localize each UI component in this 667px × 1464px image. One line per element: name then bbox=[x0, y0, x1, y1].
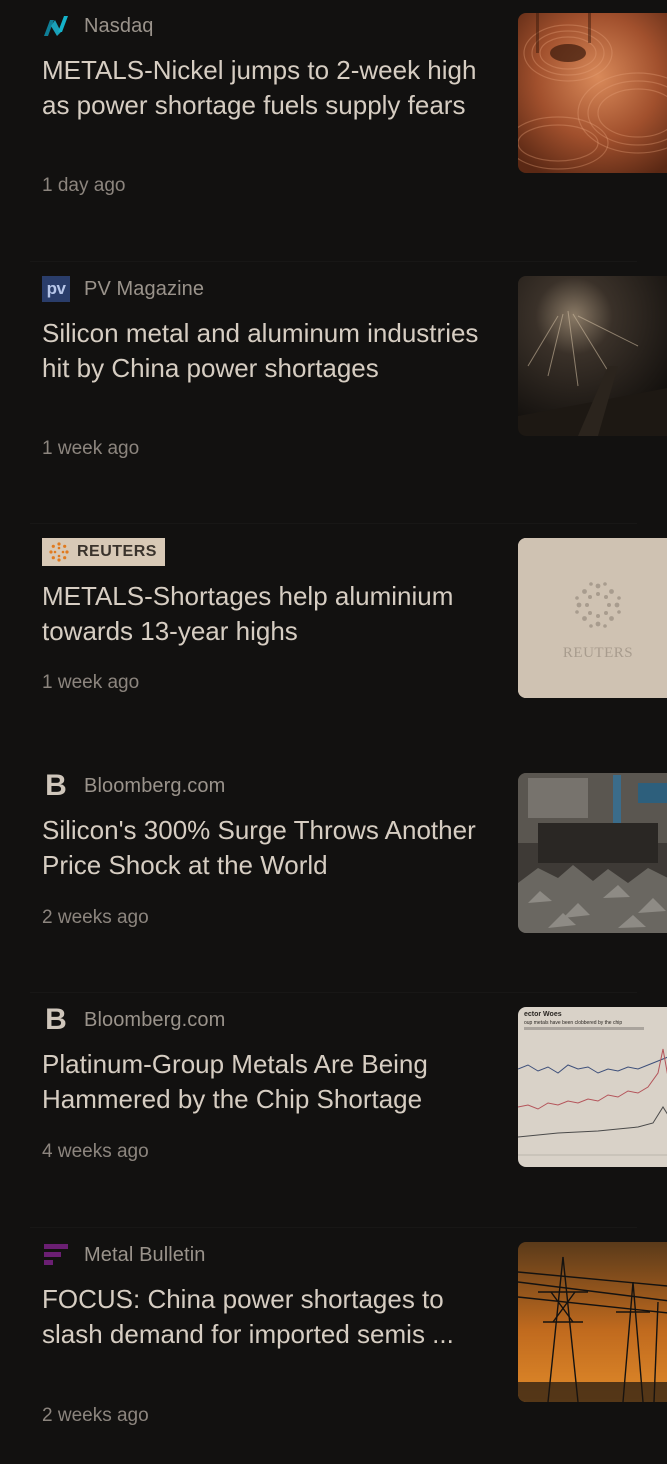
nasdaq-logo-icon bbox=[42, 13, 70, 39]
source-row: Metal Bulletin bbox=[42, 1242, 205, 1268]
source-name: Metal Bulletin bbox=[84, 1243, 206, 1266]
article-headline[interactable]: Platinum-Group Metals Are Being Hammered… bbox=[42, 1047, 492, 1117]
source-name: Bloomberg.com bbox=[84, 1008, 226, 1031]
silicon-factory-image[interactable] bbox=[518, 773, 667, 933]
source-row: B Bloomberg.com bbox=[42, 769, 226, 802]
thumb-chart-title: ector Woes bbox=[524, 1011, 562, 1018]
source-row: pv PV Magazine bbox=[42, 276, 204, 302]
bloomberg-logo-icon: B bbox=[45, 1003, 67, 1036]
copper-coils-image[interactable] bbox=[518, 13, 667, 173]
article-headline[interactable]: FOCUS: China power shortages to slash de… bbox=[42, 1282, 492, 1352]
article-time: 1 day ago bbox=[42, 175, 126, 196]
reuters-source-badge: REUTERS bbox=[42, 538, 165, 566]
article-card[interactable]: B Bloomberg.com Silicon's 300% Surge Thr… bbox=[0, 760, 667, 995]
price-chart-image[interactable]: ector Woes oup metals have been clobbere… bbox=[518, 1007, 667, 1167]
news-feed: Nasdaq METALS-Nickel jumps to 2-week hig… bbox=[0, 0, 667, 1446]
source-name: Nasdaq bbox=[84, 14, 154, 37]
article-headline[interactable]: Silicon's 300% Surge Throws Another Pric… bbox=[42, 813, 492, 883]
article-time: 2 weeks ago bbox=[42, 907, 149, 928]
article-time: 4 weeks ago bbox=[42, 1141, 149, 1162]
article-card[interactable]: Nasdaq METALS-Nickel jumps to 2-week hig… bbox=[0, 0, 667, 235]
bloomberg-logo-icon: B bbox=[45, 769, 67, 802]
article-time: 2 weeks ago bbox=[42, 1405, 149, 1426]
article-headline[interactable]: METALS-Nickel jumps to 2-week high as po… bbox=[42, 53, 492, 123]
reuters-logo-icon bbox=[45, 540, 73, 564]
pv-magazine-logo-icon: pv bbox=[42, 276, 70, 302]
power-lines-image[interactable] bbox=[518, 1242, 667, 1402]
source-row: Nasdaq bbox=[42, 13, 154, 39]
article-time: 1 week ago bbox=[42, 672, 140, 693]
source-name: Bloomberg.com bbox=[84, 774, 226, 797]
source-name: PV Magazine bbox=[84, 277, 205, 300]
mine-interior-image[interactable] bbox=[518, 276, 667, 436]
source-row: B Bloomberg.com bbox=[42, 1003, 226, 1036]
article-card[interactable]: Metal Bulletin FOCUS: China power shorta… bbox=[0, 1227, 667, 1464]
article-card[interactable]: pv PV Magazine Silicon metal and aluminu… bbox=[0, 261, 667, 498]
thumb-label: REUTERS bbox=[563, 645, 633, 661]
article-headline[interactable]: Silicon metal and aluminum industries hi… bbox=[42, 316, 492, 386]
thumb-chart-subtitle: oup metals have been clobbered by the ch… bbox=[524, 1020, 622, 1026]
article-card[interactable]: B Bloomberg.com Platinum-Group Metals Ar… bbox=[0, 992, 667, 1229]
metal-bulletin-logo-icon bbox=[42, 1242, 70, 1268]
article-time: 1 week ago bbox=[42, 438, 140, 459]
source-name: REUTERS bbox=[77, 543, 157, 560]
article-headline[interactable]: METALS-Shortages help aluminium towards … bbox=[42, 579, 492, 649]
reuters-placeholder-image[interactable]: REUTERS bbox=[518, 538, 667, 698]
